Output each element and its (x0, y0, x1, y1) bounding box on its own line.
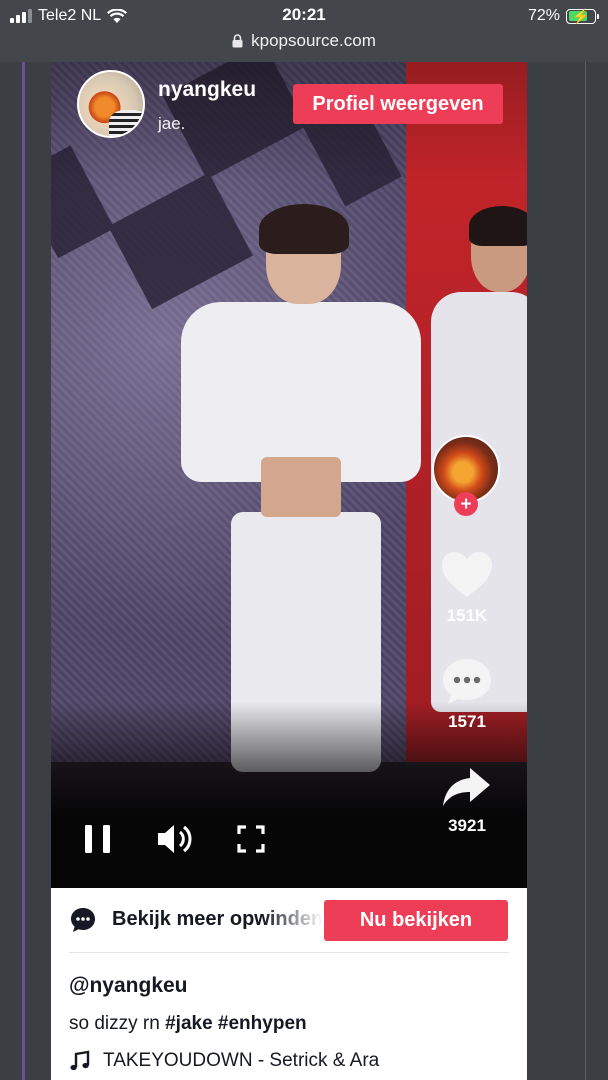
author-username[interactable]: nyangkeu (158, 78, 256, 102)
wifi-icon (107, 8, 128, 23)
page-border-line (585, 62, 586, 1080)
charging-bolt-icon: ⚡ (572, 7, 590, 24)
chat-bubble-icon (71, 908, 95, 932)
carrier-label: Tele2 NL (38, 7, 102, 24)
signal-icon (10, 9, 32, 23)
share-count: 3921 (448, 816, 486, 835)
music-row[interactable]: TAKEYOUDOWN - Setrick & Ara (69, 1050, 379, 1072)
heart-icon (442, 552, 492, 597)
view-profile-button[interactable]: Profiel weergeven (293, 84, 503, 124)
caption-text: so dizzy rn (69, 1013, 166, 1034)
pause-icon (85, 825, 110, 853)
fullscreen-button[interactable] (235, 822, 267, 856)
comment-count: 1571 (448, 712, 486, 731)
cta-row: Bekijk meer opwindende Nu bekijken (51, 888, 527, 952)
tiktok-embed: ▚▞▚ nyangkeu jae. Profiel weergeven + 15… (51, 62, 527, 1080)
battery-icon: ⚡ (566, 7, 599, 24)
video-player[interactable]: ▚▞▚ nyangkeu jae. Profiel weergeven + 15… (51, 62, 527, 888)
author-avatar[interactable] (77, 70, 145, 138)
share-action[interactable]: 3921 (426, 764, 508, 836)
comment-action[interactable]: 1571 (426, 656, 508, 732)
music-note-icon (70, 1050, 90, 1071)
video-performer (181, 204, 421, 772)
like-count: 151K (446, 606, 488, 625)
status-right: 72% ⚡ (527, 5, 599, 27)
battery-percent: 72% (527, 7, 560, 24)
cta-text-fade (263, 906, 323, 936)
url-text: kpopsource.com (251, 31, 376, 50)
divider (69, 952, 509, 953)
author-nickname: jae. (158, 114, 186, 133)
volume-button[interactable] (155, 822, 195, 856)
comment-icon (443, 659, 491, 704)
hashtag-link[interactable]: #enhypen (218, 1013, 307, 1034)
post-author-link[interactable]: @nyangkeu (69, 974, 188, 998)
like-action[interactable]: 151K (426, 550, 508, 626)
share-icon (443, 768, 490, 806)
address-bar[interactable]: kpopsource.com (0, 29, 608, 53)
lock-icon (232, 34, 243, 48)
pause-button[interactable] (82, 822, 114, 856)
follow-plus-icon[interactable]: + (454, 492, 478, 516)
watch-now-button[interactable]: Nu bekijken (324, 900, 508, 941)
volume-icon (158, 825, 192, 853)
music-title: TAKEYOUDOWN - Setrick & Ara (103, 1050, 380, 1071)
fullscreen-icon (237, 825, 265, 853)
page-accent-line (22, 62, 25, 1080)
hashtag-link[interactable]: #jake (165, 1013, 213, 1034)
status-bar: Tele2 NL 20:21 72% ⚡ kpopsource.com (0, 0, 608, 62)
post-caption: so dizzy rn #jake #enhypen (69, 1013, 307, 1035)
status-left: Tele2 NL (10, 5, 128, 27)
